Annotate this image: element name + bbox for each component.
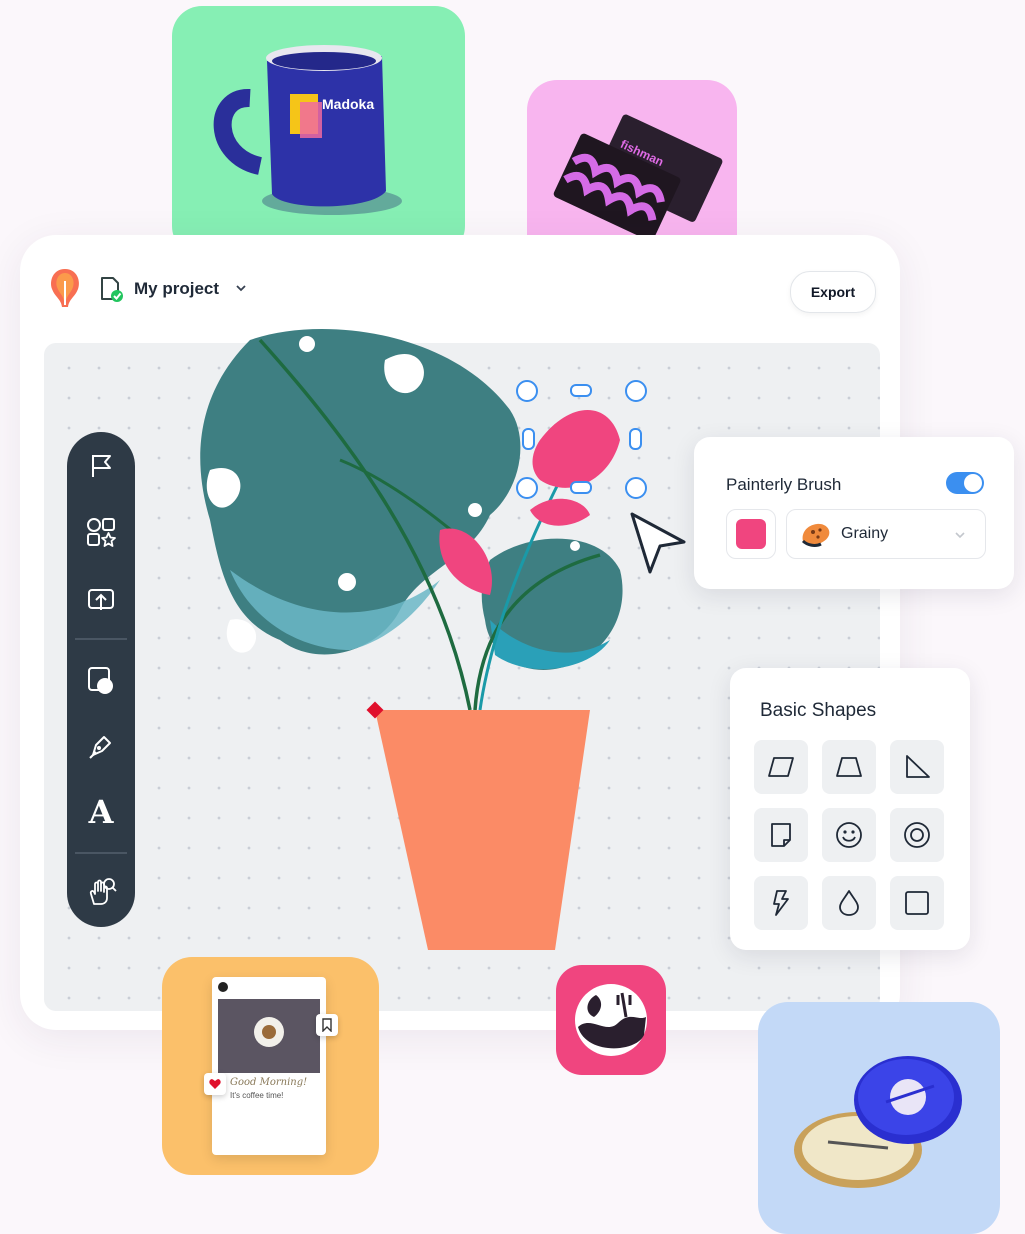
hand-zoom-icon[interactable] bbox=[81, 872, 121, 912]
mug-mockup-card: Madoka bbox=[172, 6, 465, 256]
post-avatar bbox=[218, 982, 228, 992]
selection-handle-ml[interactable] bbox=[522, 428, 535, 450]
text-icon[interactable]: A bbox=[81, 792, 121, 832]
brush-panel: Painterly Brush Grainy bbox=[694, 437, 1014, 589]
selection-handle-bl[interactable] bbox=[516, 477, 538, 499]
brush-panel-title: Painterly Brush bbox=[726, 475, 842, 494]
selection-handle-br[interactable] bbox=[625, 477, 647, 499]
sponge-icon bbox=[801, 523, 830, 547]
mug-illustration bbox=[213, 45, 402, 215]
project-name[interactable]: My project bbox=[134, 279, 219, 299]
pin-button-illustration bbox=[794, 1056, 962, 1188]
phone-post: Good Morning! It's coffee time! bbox=[212, 977, 326, 1155]
toggle-knob bbox=[964, 474, 982, 492]
toolbar-divider bbox=[75, 852, 127, 854]
toolbar-divider bbox=[75, 638, 127, 640]
parallelogram-icon[interactable] bbox=[754, 740, 808, 794]
lightning-icon[interactable] bbox=[754, 876, 808, 930]
brush-toggle[interactable] bbox=[946, 472, 984, 494]
pen-icon[interactable] bbox=[81, 726, 121, 766]
flag-icon[interactable] bbox=[81, 446, 121, 486]
selection-handle-bc[interactable] bbox=[570, 481, 592, 494]
ring-icon[interactable] bbox=[890, 808, 944, 862]
heart-icon bbox=[204, 1073, 226, 1095]
chevron-down-icon[interactable] bbox=[234, 281, 248, 300]
saved-status-icon bbox=[98, 275, 124, 308]
post-photo bbox=[218, 999, 320, 1073]
restaurant-logo-icon bbox=[575, 984, 647, 1056]
social-post-mockup: Good Morning! It's coffee time! bbox=[162, 957, 379, 1175]
bookmark-icon bbox=[316, 1014, 338, 1036]
tool-sidebar: A bbox=[67, 432, 135, 927]
logo-badge-mockup bbox=[556, 965, 666, 1075]
color-swatch-button[interactable] bbox=[726, 509, 776, 559]
export-button[interactable]: Export bbox=[790, 271, 876, 313]
lightbulb-logo-icon bbox=[51, 269, 79, 307]
shapes-panel: Basic Shapes bbox=[730, 668, 970, 950]
right-triangle-icon[interactable] bbox=[890, 740, 944, 794]
trapezoid-icon[interactable] bbox=[822, 740, 876, 794]
cursor-arrow-icon bbox=[630, 512, 686, 574]
selection-handle-tl[interactable] bbox=[516, 380, 538, 402]
square-icon[interactable] bbox=[890, 876, 944, 930]
upload-icon[interactable] bbox=[81, 580, 121, 620]
post-caption: Good Morning! bbox=[230, 1077, 308, 1088]
text-tool-glyph: A bbox=[88, 793, 114, 831]
shape-layer-icon[interactable] bbox=[81, 660, 121, 700]
pin-button-mockup bbox=[758, 1002, 1000, 1234]
texture-value: Grainy bbox=[841, 525, 889, 542]
elements-icon[interactable] bbox=[81, 512, 121, 552]
mug-brand-text: Madoka bbox=[322, 96, 375, 112]
shapes-panel-title: Basic Shapes bbox=[760, 700, 877, 721]
post-subcaption: It's coffee time! bbox=[230, 1091, 284, 1100]
selection-handle-tc[interactable] bbox=[570, 384, 592, 397]
texture-dropdown[interactable]: Grainy bbox=[786, 509, 986, 559]
chevron-down-icon bbox=[955, 532, 965, 539]
app-logo[interactable] bbox=[48, 267, 82, 316]
selection-handle-tr[interactable] bbox=[625, 380, 647, 402]
plant-illustration[interactable] bbox=[190, 320, 670, 960]
droplet-icon[interactable] bbox=[822, 876, 876, 930]
folded-page-icon[interactable] bbox=[754, 808, 808, 862]
smiley-icon[interactable] bbox=[822, 808, 876, 862]
color-swatch bbox=[736, 519, 766, 549]
selection-handle-mr[interactable] bbox=[629, 428, 642, 450]
